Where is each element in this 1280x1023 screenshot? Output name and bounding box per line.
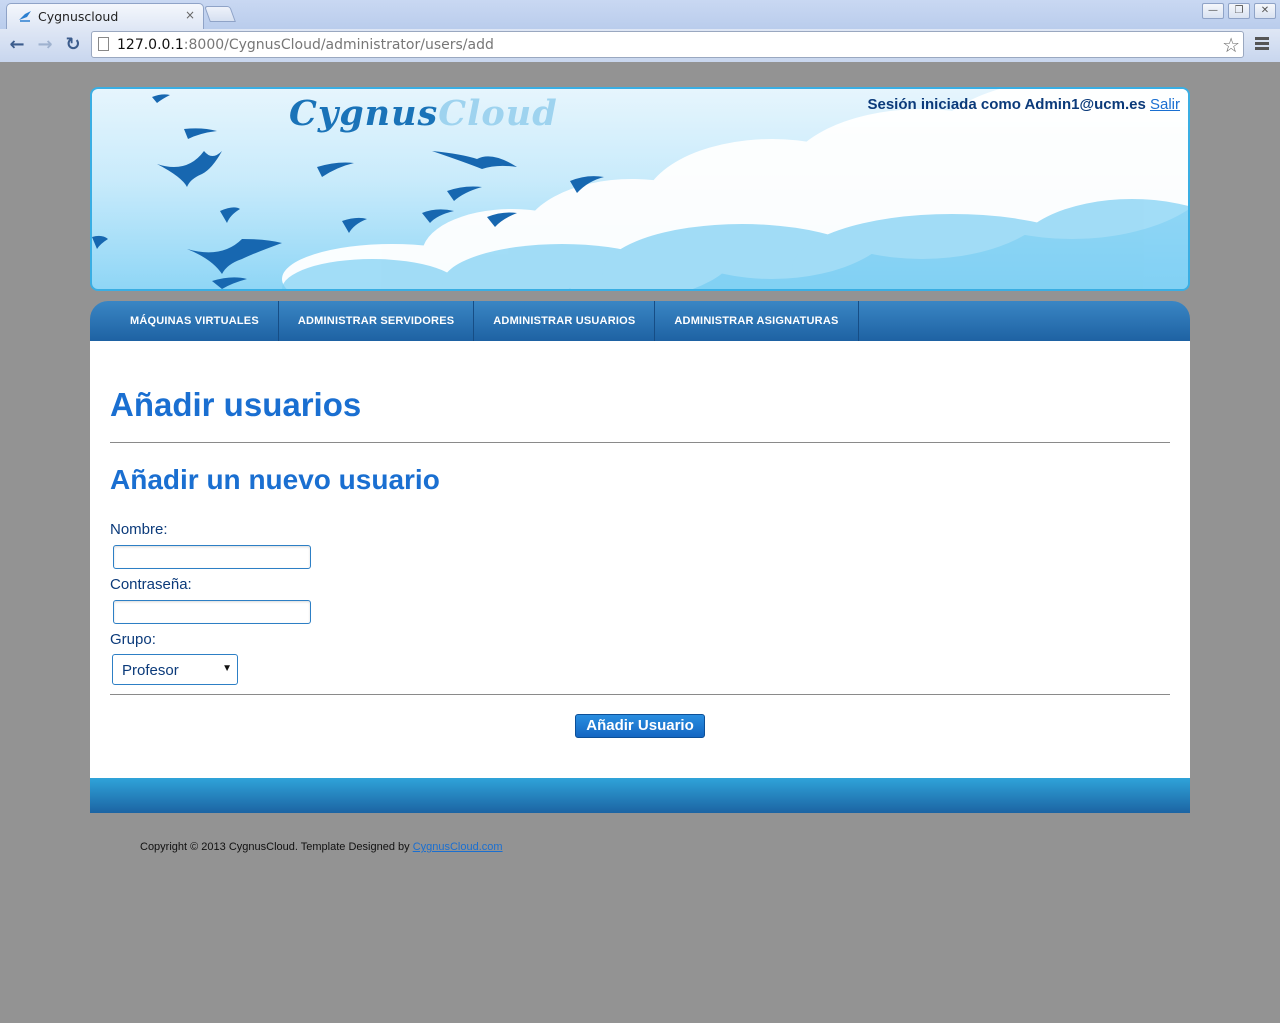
- page-icon: [98, 37, 109, 51]
- menu-item-manage-servers[interactable]: ADMINISTRAR SERVIDORES: [279, 301, 475, 341]
- password-field[interactable]: [113, 600, 311, 624]
- footer-link[interactable]: CygnusCloud.com: [413, 841, 503, 853]
- logout-link[interactable]: Salir: [1150, 96, 1180, 113]
- minimize-button[interactable]: —: [1202, 3, 1224, 19]
- add-user-button[interactable]: Añadir Usuario: [575, 714, 705, 738]
- favicon-icon: [19, 11, 31, 22]
- dropdown-arrow-icon: ▼: [222, 663, 232, 674]
- logo-text-a: Cygnus: [289, 93, 439, 134]
- main-menu: MÁQUINAS VIRTUALES ADMINISTRAR SERVIDORE…: [90, 301, 1190, 341]
- browser-tab[interactable]: Cygnuscloud ×: [6, 3, 204, 29]
- menu-item-virtual-machines[interactable]: MÁQUINAS VIRTUALES: [111, 301, 279, 341]
- copyright-text: Copyright © 2013 CygnusCloud. Template D…: [140, 841, 410, 853]
- cygnuscloud-logo: CygnusCloud: [289, 93, 558, 134]
- group-select-value: Profesor: [122, 662, 179, 679]
- maximize-button[interactable]: ❐: [1228, 3, 1250, 19]
- new-tab-button[interactable]: [204, 6, 236, 22]
- tab-close-icon[interactable]: ×: [185, 8, 195, 22]
- divider: [110, 694, 1170, 695]
- main-content: Añadir usuarios Añadir un nuevo usuario …: [90, 341, 1190, 778]
- menu-icon[interactable]: [1255, 37, 1269, 51]
- url-path: :8000/CygnusCloud/administrator/users/ad…: [183, 37, 494, 53]
- menu-item-manage-subjects[interactable]: ADMINISTRAR ASIGNATURAS: [655, 301, 859, 341]
- back-icon[interactable]: ←: [6, 34, 28, 56]
- close-window-button[interactable]: ✕: [1254, 3, 1276, 19]
- sky-birds-illustration: [92, 89, 1188, 289]
- menu-item-manage-users[interactable]: ADMINISTRAR USUARIOS: [474, 301, 656, 341]
- logo-text-b: Cloud: [438, 93, 558, 134]
- browser-chrome: Cygnuscloud × — ❐ ✕ ← → ↻ 127.0.0.1:8000…: [0, 0, 1280, 62]
- footer-bar: [90, 778, 1190, 813]
- url-host: 127.0.0.1: [117, 37, 184, 53]
- group-select[interactable]: Profesor ▼: [112, 654, 238, 685]
- star-icon[interactable]: ☆: [1222, 33, 1240, 58]
- forward-icon[interactable]: →: [34, 34, 56, 56]
- page-title: Añadir usuarios: [110, 386, 362, 423]
- tab-title: Cygnuscloud: [38, 9, 119, 24]
- reload-icon[interactable]: ↻: [62, 34, 84, 56]
- form-title: Añadir un nuevo usuario: [110, 464, 440, 495]
- session-info: Sesión iniciada como Admin1@ucm.es Salir: [867, 96, 1180, 113]
- session-text: Sesión iniciada como Admin1@ucm.es: [867, 96, 1146, 113]
- site-header: CygnusCloud Sesión iniciada como Admin1@…: [90, 87, 1190, 291]
- address-bar[interactable]: 127.0.0.1:8000/CygnusCloud/administrator…: [91, 31, 1244, 58]
- divider: [110, 442, 1170, 443]
- name-field[interactable]: [113, 545, 311, 569]
- url-text[interactable]: 127.0.0.1:8000/CygnusCloud/administrator…: [117, 37, 494, 53]
- copyright: Copyright © 2013 CygnusCloud. Template D…: [140, 841, 503, 853]
- password-label: Contraseña:: [110, 576, 192, 593]
- group-label: Grupo:: [110, 631, 156, 648]
- browser-toolbar: ← → ↻ 127.0.0.1:8000/CygnusCloud/adminis…: [0, 29, 1280, 62]
- name-label: Nombre:: [110, 521, 168, 538]
